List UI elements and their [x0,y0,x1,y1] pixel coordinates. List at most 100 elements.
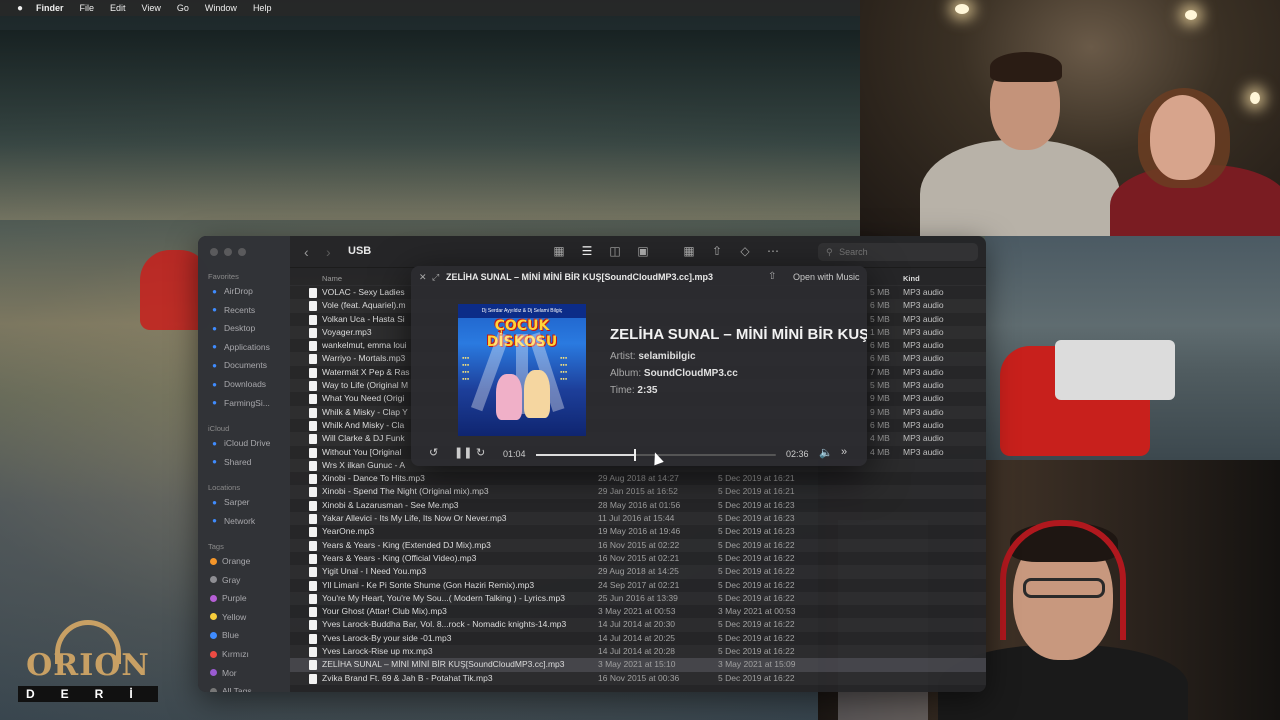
wall-lamp [1250,92,1260,104]
file-row[interactable]: Xinobi - Spend The Night (Original mix).… [290,485,986,498]
forward-icon[interactable]: › [326,244,331,260]
file-date-modified: 16 Nov 2015 at 00:36 [598,672,680,683]
close-icon[interactable]: ✕ [419,272,427,283]
group-icon[interactable]: ▦ [682,244,696,258]
menu-view[interactable]: View [142,3,161,13]
file-size: 6 MB [870,419,890,430]
file-date-modified: 14 Jul 2014 at 20:25 [598,632,676,643]
sidebar-item-yellow[interactable]: Yellow [210,612,246,622]
file-name: Yves Larock-Rise up mx.mp3 [322,646,433,657]
gallery-view-icon[interactable]: ▣ [636,244,650,258]
sidebar-item-desktop[interactable]: ● Desktop [210,323,255,333]
file-kind: MP3 audio [903,446,944,457]
sidebar-item-downloads[interactable]: ● Downloads [210,379,266,389]
file-size: 4 MB [870,446,890,457]
column-name[interactable]: Name [322,274,342,283]
back-icon[interactable]: ‹ [304,244,309,260]
sidebar-item-sarper[interactable]: ● Sarper [210,497,249,507]
volume-icon[interactable]: 🔈 [819,446,833,459]
sidebar-item-icloud-drive[interactable]: ● iCloud Drive [210,438,270,448]
pause-icon[interactable]: ❚❚ [454,446,472,459]
column-view-icon[interactable]: ◫ [608,244,622,258]
logo-name: ORION [26,648,150,683]
progress-handle[interactable] [634,449,637,461]
file-row[interactable]: Yakar Allevici - Its My Life, Its Now Or… [290,512,986,525]
file-row[interactable]: Xinobi & Lazarusman - See Me.mp3 28 May 2… [290,499,986,512]
file-date-modified: 25 Jun 2016 at 13:39 [598,592,678,603]
mp3-file-icon [309,660,317,671]
sidebar-item-gray[interactable]: Gray [210,575,240,585]
cover-track-list: ●●● ●●● ●●● ●●● [560,355,568,381]
share-icon[interactable]: ⇧ [710,244,724,258]
file-kind: MP3 audio [903,433,944,444]
column-kind[interactable]: Kind [903,274,920,283]
window-title: USB [348,245,372,257]
menu-file[interactable]: File [80,3,95,13]
file-row[interactable]: YearOne.mp3 19 May 2016 at 19:46 5 Dec 201… [290,525,986,538]
sidebar-item-mor[interactable]: Mor [210,668,237,678]
sidebar-item-network[interactable]: ● Network [210,516,255,526]
search-field[interactable]: ⚲ Search [818,243,978,261]
share-icon[interactable]: ⇧ [768,271,776,282]
tag-icon[interactable]: ◇ [738,244,752,258]
icon-view-icon[interactable]: ▦ [552,244,566,258]
sidebar-item-kırmızı[interactable]: Kırmızı [210,649,249,659]
file-row[interactable]: Years & Years - King (Extended DJ Mix).m… [290,539,986,552]
menu-help[interactable]: Help [253,3,272,13]
wallpaper-trees [0,30,860,220]
apple-menu-icon[interactable]: ● [14,3,26,14]
file-row[interactable]: Your Ghost (Attar! Club Mix).mp3 3 May 20… [290,605,986,618]
sidebar-item-recents[interactable]: ● Recents [210,305,255,315]
file-row[interactable]: Yves Larock-Rise up mx.mp3 14 Jul 2014 at… [290,645,986,658]
mp3-file-icon [309,633,317,644]
sidebar-item-blue[interactable]: Blue [210,630,239,640]
more-controls-icon[interactable]: » [841,446,847,458]
sidebar-item-airdrop[interactable]: ● AirDrop [210,286,253,296]
file-kind: MP3 audio [903,353,944,364]
skip-forward-15-icon[interactable]: ↻ [476,446,485,459]
file-row[interactable]: You're My Heart, You're My Sou...( Moder… [290,592,986,605]
menu-window[interactable]: Window [205,3,237,13]
track-album: Album: SoundCloudMP3.cc [610,368,867,379]
clock-icon: ● [212,305,217,315]
fullscreen-icon[interactable]: ⤢ [432,272,439,283]
file-date-created: 5 Dec 2019 at 16:23 [718,526,795,537]
open-with-music-button[interactable]: Open with Music [793,272,860,282]
close-button[interactable] [210,248,218,256]
menu-app-name[interactable]: Finder [36,3,64,13]
file-row[interactable]: ZELİHA SUNAL – MİNİ MİNİ BİR KUŞ[SoundCl… [290,658,986,672]
menu-edit[interactable]: Edit [110,3,126,13]
sidebar-item-label: Orange [222,556,251,566]
list-view-icon[interactable]: ☰ [580,244,594,258]
file-row[interactable]: Yves Larock-Buddha Bar, Vol. 8...rock - … [290,618,986,631]
ceiling-light [955,4,969,14]
mp3-file-icon [309,514,317,525]
sidebar-item-label: iCloud Drive [224,438,271,448]
sidebar-item-label: AirDrop [224,286,253,296]
sidebar-item-farmingsi[interactable]: ● FarmingSi... [210,398,270,408]
quicklook-filename: ZELİHA SUNAL – MİNİ MİNİ BİR KUŞ[SoundCl… [446,272,714,282]
zoom-button[interactable] [238,248,246,256]
file-row[interactable]: Yll Limani - Ke Pi Sonte Shume (Gon Hazi… [290,579,986,592]
more-actions-icon[interactable]: ⋯ [766,244,780,258]
file-row[interactable]: Years & Years - King (Official Video).mp… [290,552,986,565]
tag-color-icon [210,631,217,639]
file-date-modified: 3 May 2021 at 15:10 [598,659,676,670]
sidebar-item-all-tags[interactable]: All Tags... [210,686,259,692]
artist-label: Artist: [610,351,636,362]
file-row[interactable]: Yigit Unal - I Need You.mp3 29 Aug 2018 a… [290,565,986,578]
sidebar-item-applications[interactable]: ● Applications [210,342,270,352]
menu-go[interactable]: Go [177,3,189,13]
skip-back-15-icon[interactable]: ↺ [429,446,438,459]
file-row[interactable]: Zvika Brand Ft. 69 & Jah B - Potahat Tik… [290,672,986,685]
sidebar-item-orange[interactable]: Orange [210,556,250,566]
sidebar-item-shared[interactable]: ● Shared [210,457,251,467]
file-row[interactable]: Xinobi - Dance To Hits.mp3 29 Aug 2018 at… [290,472,986,485]
search-icon: ⚲ [826,247,833,257]
file-name: Yves Larock-Buddha Bar, Vol. 8...rock - … [322,619,567,630]
file-row[interactable]: Yves Larock-By your side -01.mp3 14 Jul 2… [290,632,986,645]
minimize-button[interactable] [224,248,232,256]
file-date-modified: 29 Aug 2018 at 14:25 [598,566,679,577]
sidebar-item-purple[interactable]: Purple [210,593,247,603]
sidebar-item-documents[interactable]: ● Documents [210,360,267,370]
